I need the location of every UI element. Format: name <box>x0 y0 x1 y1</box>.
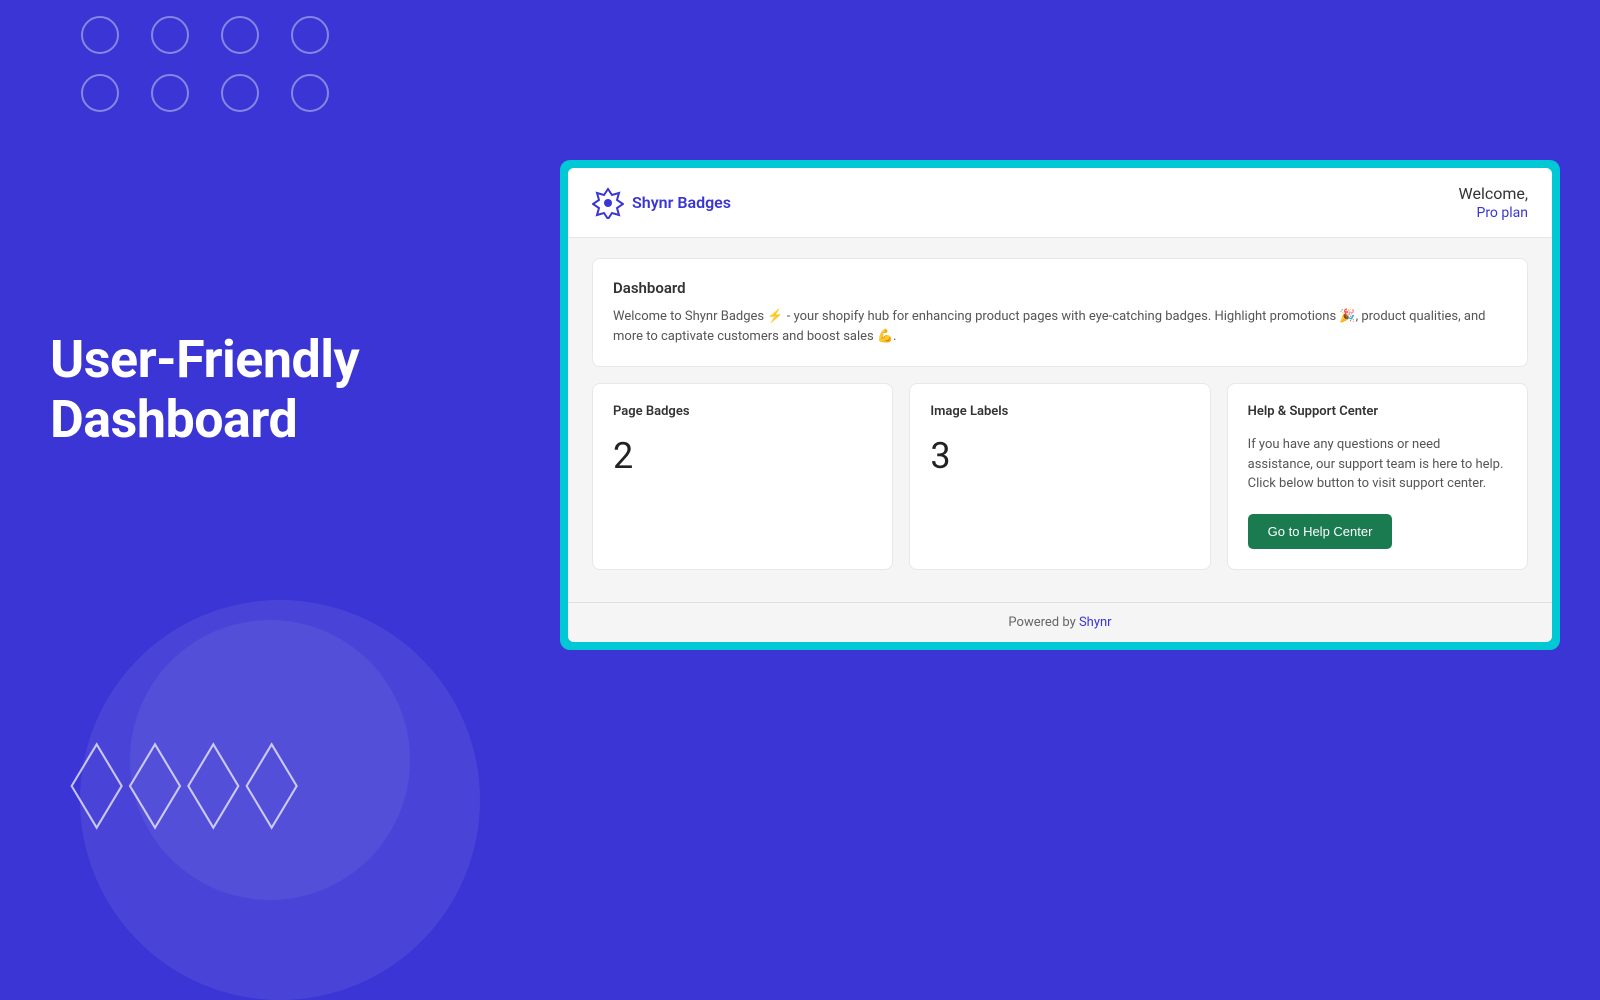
heading-line1: User-Friendly <box>50 329 359 390</box>
image-labels-count: 3 <box>930 435 1189 477</box>
app-inner: Shynr Badges Welcome, Pro plan Dashboard… <box>568 168 1552 642</box>
header-right: Welcome, Pro plan <box>1459 184 1529 221</box>
bg-diamonds <box>60 736 300 840</box>
heading-line2: Dashboard <box>50 389 297 450</box>
dashboard-section: Dashboard Welcome to Shynr Badges ⚡ - yo… <box>592 258 1528 367</box>
page-badges-title: Page Badges <box>613 404 872 419</box>
left-heading: User-Friendly Dashboard <box>50 330 359 450</box>
image-labels-card: Image Labels 3 <box>909 383 1210 570</box>
app-footer: Powered by Shynr <box>568 602 1552 642</box>
app-header: Shynr Badges Welcome, Pro plan <box>568 168 1552 238</box>
support-description: If you have any questions or need assist… <box>1248 435 1507 494</box>
powered-by-link[interactable]: Shynr <box>1079 615 1112 630</box>
logo-text: Shynr Badges <box>632 193 731 212</box>
bg-large-circle-inner <box>130 620 410 900</box>
page-badges-count: 2 <box>613 435 872 477</box>
app-body: Dashboard Welcome to Shynr Badges ⚡ - yo… <box>568 238 1552 602</box>
cards-row: Page Badges 2 Image Labels 3 Help & Supp… <box>592 383 1528 570</box>
welcome-text: Welcome, <box>1459 184 1529 203</box>
page-badges-card: Page Badges 2 <box>592 383 893 570</box>
dashboard-description: Welcome to Shynr Badges ⚡ - your shopify… <box>613 307 1507 346</box>
app-window: Shynr Badges Welcome, Pro plan Dashboard… <box>560 160 1560 650</box>
powered-by-text: Powered by <box>1008 615 1075 630</box>
logo-icon <box>592 187 624 219</box>
pro-plan-link[interactable]: Pro plan <box>1476 205 1528 221</box>
logo-area: Shynr Badges <box>592 187 731 219</box>
support-card: Help & Support Center If you have any qu… <box>1227 383 1528 570</box>
bg-large-circle <box>80 600 480 1000</box>
dashboard-title: Dashboard <box>613 279 1507 297</box>
help-center-button[interactable]: Go to Help Center <box>1248 514 1393 549</box>
bg-decoration-circles <box>0 0 400 200</box>
support-title: Help & Support Center <box>1248 404 1507 419</box>
image-labels-title: Image Labels <box>930 404 1189 419</box>
